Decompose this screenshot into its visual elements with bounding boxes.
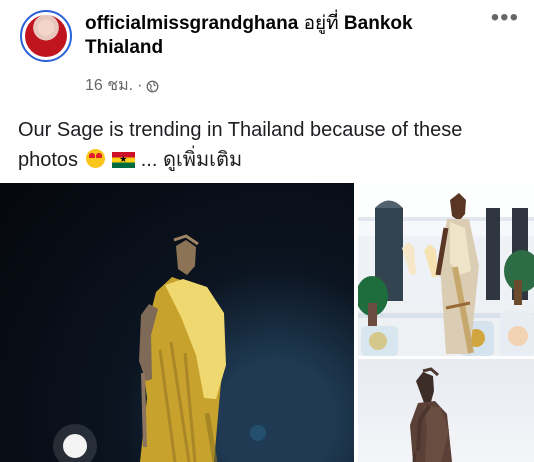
photo-model-dress[interactable] [358,183,534,356]
ghana-flag-emoji [112,152,136,168]
avatar-image [25,15,67,57]
statue-night-image [53,234,266,462]
post-timestamp[interactable]: 16 ชม. [85,76,133,96]
post-header: officialmissgrandghana อยู่ที่ Bankok Th… [0,0,534,100]
photo-statue-day[interactable] [358,359,534,462]
post-meta: 16 ชม. · [85,76,159,96]
heart-eyes-emoji [85,149,105,168]
statue-day-image [410,367,452,462]
post-title: officialmissgrandghana อยู่ที่ Bankok Th… [85,12,465,60]
see-more-link[interactable]: ... ดูเพิ่มเติม [141,149,242,171]
meta-separator: · [137,77,143,94]
photo-grid [0,183,534,462]
globe-icon[interactable] [146,80,159,93]
more-options-icon[interactable]: ••• [491,6,519,30]
author-avatar[interactable] [20,10,72,62]
author-name[interactable]: officialmissgrandghana [85,13,298,34]
photo-statue-night[interactable] [0,183,354,462]
location-prefix: อยู่ที่ [303,13,339,34]
post-text: Our Sage is trending in Thailand because… [18,115,523,175]
model-dress-image [358,183,534,356]
